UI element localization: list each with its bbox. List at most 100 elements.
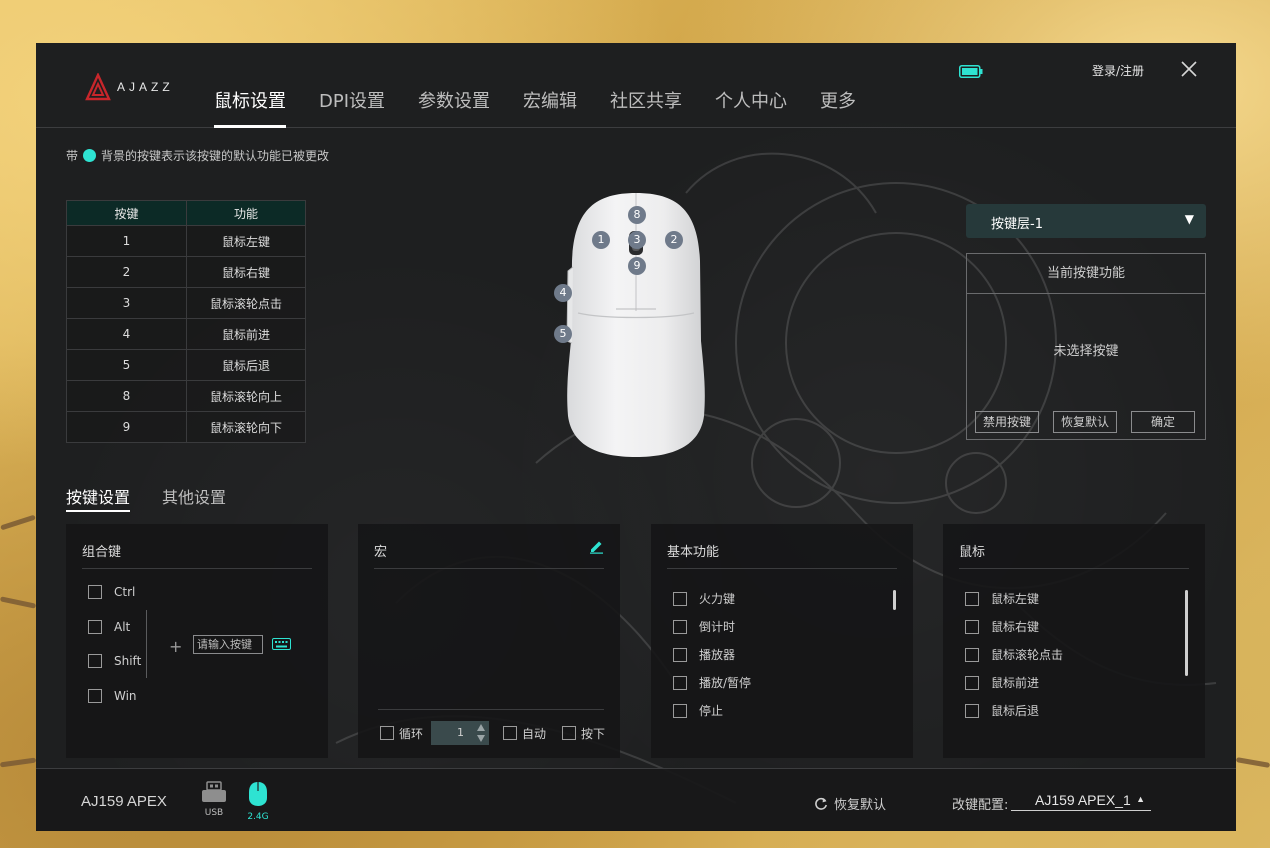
item-checkbox[interactable] xyxy=(673,703,687,718)
caret-up-icon: ▲ xyxy=(1136,794,1145,804)
footer-restore-default[interactable]: 恢复默认 xyxy=(814,794,886,813)
nav-macro-editor[interactable]: 宏编辑 xyxy=(523,87,577,128)
table-row[interactable]: 8 鼠标滚轮向上 xyxy=(66,380,306,412)
combo-key-input[interactable] xyxy=(193,635,263,654)
stepper-arrows-icon[interactable] xyxy=(475,722,487,744)
table-row[interactable]: 9 鼠标滚轮向下 xyxy=(66,411,306,443)
nav-community-share[interactable]: 社区共享 xyxy=(610,87,682,128)
item-checkbox[interactable] xyxy=(673,647,687,662)
tab-key-settings[interactable]: 按键设置 xyxy=(66,484,131,512)
mouse-button-3-badge[interactable]: 3 xyxy=(628,231,646,249)
item-checkbox[interactable] xyxy=(673,591,687,606)
nav-param-settings[interactable]: 参数设置 xyxy=(418,87,490,128)
table-cell-key: 1 xyxy=(66,225,187,257)
loop-checkbox[interactable] xyxy=(380,726,394,740)
item-checkbox[interactable] xyxy=(965,703,979,718)
item-checkbox[interactable] xyxy=(965,647,979,662)
modifier-ctrl[interactable]: Ctrl xyxy=(88,585,135,599)
confirm-button[interactable]: 确定 xyxy=(1131,411,1195,433)
basic-list-scrollbar[interactable] xyxy=(893,590,896,610)
item-label: 播放/暂停 xyxy=(699,676,752,690)
table-cell-key: 5 xyxy=(66,349,187,381)
macro-options-divider xyxy=(378,709,604,710)
mouse-function-panel: 鼠标 鼠标左键 鼠标右键 鼠标滚轮点击 鼠标前进 鼠标后退 xyxy=(943,524,1205,758)
app-window: AJAZZ 鼠标设置 DPI设置 参数设置 宏编辑 社区共享 个人中心 更多 登… xyxy=(36,43,1236,831)
nav-dpi-settings[interactable]: DPI设置 xyxy=(319,87,385,128)
mouse-button-5-badge[interactable]: 5 xyxy=(554,325,572,343)
basic-function-title: 基本功能 xyxy=(667,545,720,560)
modifier-shift[interactable]: Shift xyxy=(88,654,141,668)
shift-checkbox[interactable] xyxy=(88,654,102,668)
item-label: 鼠标滚轮点击 xyxy=(991,648,1064,662)
settings-subtabs: 按键设置 其他设置 xyxy=(66,484,226,512)
mouse-button-8-badge[interactable]: 8 xyxy=(628,206,646,224)
auto-checkbox[interactable] xyxy=(503,726,518,740)
ctrl-checkbox[interactable] xyxy=(88,585,102,599)
nav-personal-center[interactable]: 个人中心 xyxy=(715,87,787,128)
table-row[interactable]: 2 鼠标右键 xyxy=(66,256,306,288)
table-row[interactable]: 3 鼠标滚轮点击 xyxy=(66,287,306,319)
loop-count-stepper[interactable]: 1 xyxy=(431,721,490,745)
table-cell-function: 鼠标左键 xyxy=(186,225,306,257)
key-layer-select[interactable]: 按键层-1 ▼ xyxy=(966,204,1206,238)
item-checkbox[interactable] xyxy=(965,675,979,690)
list-item[interactable]: 鼠标前进 xyxy=(965,674,1039,691)
nav-mouse-settings[interactable]: 鼠标设置 xyxy=(214,87,286,128)
mouse-function-title: 鼠标 xyxy=(959,545,986,560)
nav-more[interactable]: 更多 xyxy=(820,87,856,128)
macro-panel: 宏 循环 1 自动 按下 xyxy=(358,524,620,758)
restore-default-button[interactable]: 恢复默认 xyxy=(1053,411,1117,433)
macro-title: 宏 xyxy=(374,545,388,560)
item-checkbox[interactable] xyxy=(965,591,979,606)
item-label: 停止 xyxy=(699,704,724,718)
device-name: AJ159 APEX xyxy=(81,793,167,810)
close-icon[interactable] xyxy=(1179,59,1199,79)
disable-key-button[interactable]: 禁用按键 xyxy=(975,411,1039,433)
ctrl-label: Ctrl xyxy=(114,585,136,599)
mouse-list-scrollbar[interactable] xyxy=(1185,590,1188,676)
item-label: 火力键 xyxy=(699,592,736,606)
shift-label: Shift xyxy=(114,654,142,668)
alt-checkbox[interactable] xyxy=(88,620,102,634)
keyboard-icon[interactable] xyxy=(272,638,291,650)
modifier-win[interactable]: Win xyxy=(88,689,137,703)
press-label: 按下 xyxy=(581,726,606,741)
list-item[interactable]: 播放器 xyxy=(673,646,735,663)
item-checkbox[interactable] xyxy=(673,675,687,690)
mouse-button-2-badge[interactable]: 2 xyxy=(665,231,683,249)
usb-connection[interactable]: USB xyxy=(199,781,229,818)
list-item[interactable]: 鼠标右键 xyxy=(965,618,1039,635)
wireless-connection[interactable]: 2.4G xyxy=(243,781,273,822)
list-item[interactable]: 播放/暂停 xyxy=(673,674,751,691)
table-cell-key: 2 xyxy=(66,256,187,288)
restore-default-label: 恢复默认 xyxy=(834,798,887,813)
table-cell-function: 鼠标滚轮向下 xyxy=(186,411,306,443)
win-checkbox[interactable] xyxy=(88,689,102,703)
list-item[interactable]: 倒计时 xyxy=(673,618,735,635)
basic-function-panel: 基本功能 火力键 倒计时 播放器 播放/暂停 停止 xyxy=(651,524,913,758)
key-config-select[interactable]: AJ159 APEX_1 ▲ xyxy=(1011,792,1151,811)
table-row[interactable]: 5 鼠标后退 xyxy=(66,349,306,381)
tab-other-settings[interactable]: 其他设置 xyxy=(162,484,226,512)
list-item[interactable]: 火力键 xyxy=(673,590,735,607)
app-header: AJAZZ 鼠标设置 DPI设置 参数设置 宏编辑 社区共享 个人中心 更多 登… xyxy=(36,43,1236,128)
key-function-table: 按键 功能 1 鼠标左键 2 鼠标右键 3 鼠标滚轮点击 4 鼠标前进 5 鼠标后退 8鼠… xyxy=(66,200,306,443)
item-checkbox[interactable] xyxy=(673,619,687,634)
list-item[interactable]: 鼠标滚轮点击 xyxy=(965,646,1063,663)
table-cell-key: 8 xyxy=(66,380,187,412)
edit-pencil-icon[interactable] xyxy=(589,539,604,554)
press-checkbox[interactable] xyxy=(562,726,577,740)
list-item[interactable]: 鼠标后退 xyxy=(965,702,1039,719)
item-checkbox[interactable] xyxy=(965,619,979,634)
modifier-alt[interactable]: Alt xyxy=(88,620,130,634)
login-register-link[interactable]: 登录/注册 xyxy=(1092,62,1144,79)
current-key-function-box: 当前按键功能 未选择按键 禁用按键 恢复默认 确定 xyxy=(966,253,1206,440)
list-item[interactable]: 鼠标左键 xyxy=(965,590,1039,607)
list-item[interactable]: 停止 xyxy=(673,702,723,719)
mouse-button-1-badge[interactable]: 1 xyxy=(592,231,610,249)
mouse-button-4-badge[interactable]: 4 xyxy=(554,284,572,302)
table-row[interactable]: 4 鼠标前进 xyxy=(66,318,306,350)
table-cell-function: 鼠标滚轮点击 xyxy=(186,287,306,319)
table-row[interactable]: 1 鼠标左键 xyxy=(66,225,306,257)
mouse-button-9-badge[interactable]: 9 xyxy=(628,257,646,275)
